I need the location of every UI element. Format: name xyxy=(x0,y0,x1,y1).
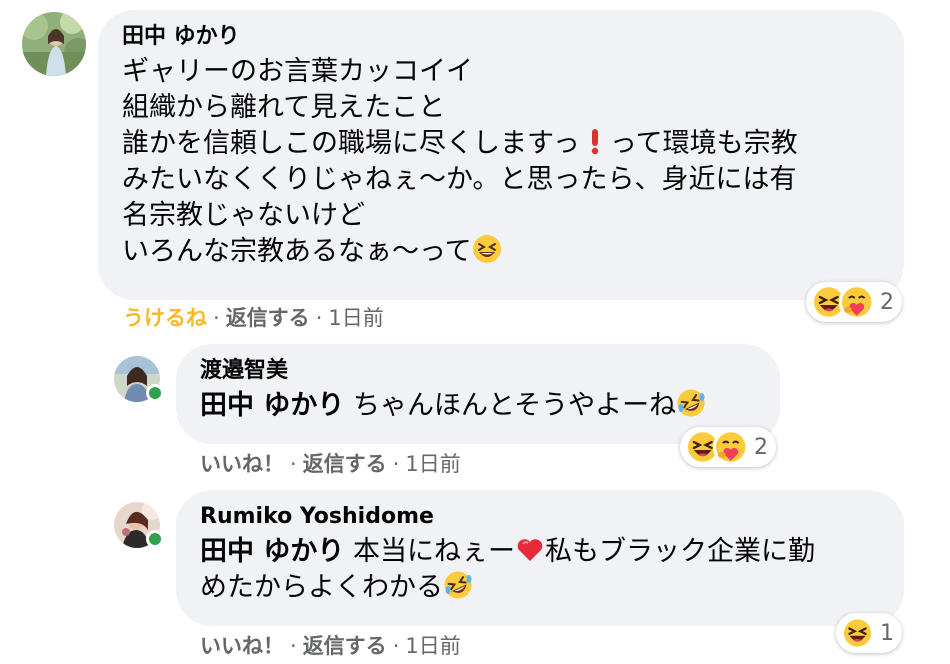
reply-button[interactable]: 返信する xyxy=(303,634,387,658)
comment-line-part: って環境も宗教 xyxy=(609,128,798,159)
online-status-indicator xyxy=(146,384,164,402)
exclamation-icon xyxy=(584,126,606,156)
reply-author[interactable]: 渡邉智美 xyxy=(200,356,756,386)
comment-line: 名宗教じゃないけど xyxy=(122,200,365,231)
red-heart-icon xyxy=(515,534,545,564)
comment-line: 組織から離れて見えたこと xyxy=(122,92,446,123)
mention-link[interactable]: 田中 ゆかり xyxy=(200,390,344,421)
grinning-squinting-face-icon xyxy=(472,234,502,264)
reply-text: 田中 ゆかり ちゃんほんとそうやよーね xyxy=(200,388,756,424)
like-button[interactable]: いいね！ xyxy=(200,452,284,476)
haha-reacted-button[interactable]: うけるね xyxy=(123,306,207,330)
reply-author[interactable]: Rumiko Yoshidome xyxy=(200,502,880,532)
reply-text-content: めたからよくわかる xyxy=(200,572,443,603)
comment-author[interactable]: 田中 ゆかり xyxy=(122,22,880,52)
comment-actions: うけるね · 返信する · 1日前 xyxy=(123,304,384,332)
comment-line: いろんな宗教あるなぁ〜って xyxy=(122,234,880,270)
reply-text-content: ちゃんほんとそうやよーね xyxy=(344,390,677,421)
reaction-summary[interactable]: 1 xyxy=(836,613,902,653)
avatar-photo xyxy=(22,12,86,76)
care-emoji-icon xyxy=(712,429,748,465)
rolling-on-floor-laughing-icon xyxy=(443,570,473,600)
separator: · xyxy=(290,452,297,476)
comment-line-part: いろんな宗教あるなぁ〜って xyxy=(122,236,472,267)
comment-line: ギャリーのお言葉カッコイイ xyxy=(122,56,473,87)
care-emoji-icon xyxy=(838,284,874,320)
reply-button[interactable]: 返信する xyxy=(226,306,310,330)
reply-text-content: 本当にねぇー xyxy=(344,536,515,567)
laughing-emoji-icon xyxy=(841,615,874,651)
comment-text: ギャリーのお言葉カッコイイ 組織から離れて見えたこと 誰かを信頼しこの職場に尽く… xyxy=(122,54,880,270)
reply-actions: いいね！ · 返信する · 1日前 xyxy=(200,450,461,478)
comment-line: みたいなくくりじゃねぇ〜か。と思ったら、身近には有 xyxy=(122,164,797,195)
comment-line: 誰かを信頼しこの職場に尽くしますっ って環境も宗教 xyxy=(122,126,880,162)
reply-bubble: Rumiko Yoshidome 田中 ゆかり 本当にねぇー 私もブラック企業に勤… xyxy=(176,490,904,626)
comment-bubble: 田中 ゆかり ギャリーのお言葉カッコイイ 組織から離れて見えたこと 誰かを信頼し… xyxy=(98,10,904,300)
timestamp[interactable]: 1日前 xyxy=(405,452,460,476)
timestamp[interactable]: 1日前 xyxy=(328,306,383,330)
separator: · xyxy=(315,306,323,330)
reply-button[interactable]: 返信する xyxy=(303,452,387,476)
timestamp[interactable]: 1日前 xyxy=(405,634,460,658)
rolling-on-floor-laughing-icon xyxy=(676,388,706,418)
reply-text-content: 私もブラック企業に勤 xyxy=(545,536,815,567)
like-button[interactable]: いいね！ xyxy=(200,634,284,658)
reaction-summary[interactable]: 2 xyxy=(806,282,902,322)
reaction-count: 1 xyxy=(880,620,894,646)
separator: · xyxy=(392,452,400,476)
mention-link[interactable]: 田中 ゆかり xyxy=(200,536,344,567)
separator: · xyxy=(290,634,297,658)
comment-thread: 田中 ゆかり ギャリーのお言葉カッコイイ 組織から離れて見えたこと 誰かを信頼し… xyxy=(0,0,950,664)
avatar[interactable] xyxy=(22,12,86,76)
separator: · xyxy=(213,306,220,330)
reaction-count: 2 xyxy=(754,434,768,460)
reaction-count: 2 xyxy=(880,289,894,315)
comment-line-part: 誰かを信頼しこの職場に尽くしますっ xyxy=(122,128,580,159)
reply-text: 田中 ゆかり 本当にねぇー 私もブラック企業に勤 めたからよくわかる xyxy=(200,534,880,606)
reaction-summary[interactable]: 2 xyxy=(680,427,776,467)
reply-line: めたからよくわかる xyxy=(200,570,880,606)
reply-line: 田中 ゆかり 本当にねぇー 私もブラック企業に勤 xyxy=(200,534,880,570)
separator: · xyxy=(392,634,400,658)
avatar[interactable] xyxy=(114,356,164,402)
avatar[interactable] xyxy=(114,502,164,548)
online-status-indicator xyxy=(146,530,164,548)
reply-actions: いいね！ · 返信する · 1日前 xyxy=(200,632,461,660)
